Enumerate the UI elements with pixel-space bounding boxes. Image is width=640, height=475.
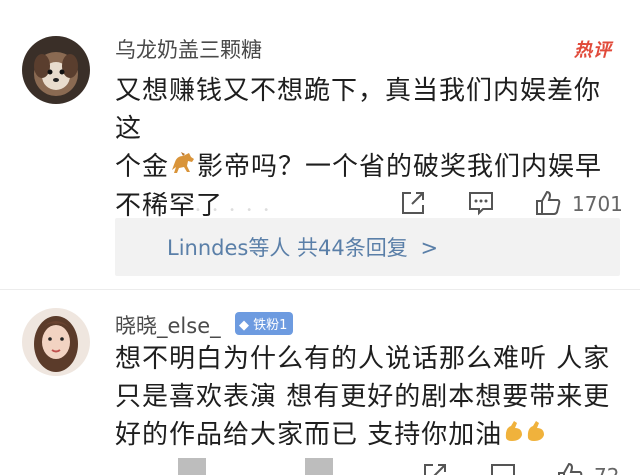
reply-count: 共44条回复 (297, 236, 408, 260)
avatar[interactable] (22, 36, 90, 104)
reply-summary-link[interactable]: Linndes等人 共44条回复 > (167, 232, 438, 262)
thumbs-up-icon[interactable] (555, 460, 585, 475)
like-count: 1701 (572, 192, 623, 216)
like-count: 72 (594, 464, 619, 475)
comment-icon[interactable] (488, 460, 518, 475)
comment-text-fragment: 好的作品给大家而已 支持你加油 (115, 420, 503, 450)
comment-text-line: 又想赚钱又不想跪下，真当我们内娱差你这 (115, 76, 602, 144)
comment-item: 晓晓_else_ ◆ 铁粉1 想不明白为什么有的人说话那么难听 人家 只是喜欢表… (0, 290, 640, 475)
chevron-right-icon: > (420, 236, 439, 260)
thumbs-up-icon[interactable] (533, 188, 563, 218)
image-thumbnail[interactable] (178, 458, 206, 475)
flexed-biceps-emoji-icon (502, 417, 550, 455)
comment-text-fragment: 个金 (115, 152, 170, 182)
comment-text-line: 只是喜欢表演 想有更好的剧本想要带来更 (115, 382, 611, 412)
comment-text-fragment: 影帝吗？一个省的破奖我们内娱早 (197, 152, 603, 182)
comment-text-line: 想不明白为什么有的人说话那么难听 人家 (115, 344, 611, 374)
share-icon[interactable] (398, 188, 428, 218)
username[interactable]: 乌龙奶盖三颗糖 (115, 34, 262, 64)
hot-comment-badge: 热评 (574, 40, 612, 61)
username[interactable]: 晓晓_else_ (115, 310, 221, 340)
comment-actions: 72 (0, 458, 640, 475)
comment-text: 想不明白为什么有的人说话那么难听 人家 只是喜欢表演 想有更好的剧本想要带来更 … (115, 340, 620, 455)
fan-level-label: 铁粉1 (253, 318, 288, 333)
diamond-icon: ◆ (239, 318, 249, 333)
fan-level-badge: ◆ 铁粉1 (235, 312, 294, 335)
comment-icon[interactable] (466, 188, 496, 218)
horse-emoji-icon (169, 149, 197, 187)
avatar[interactable] (22, 308, 90, 376)
reply-users: Linndes等人 (167, 236, 291, 260)
comment-text-line: 个金 影帝吗？一个省的破奖我们内娱早 (115, 148, 620, 187)
image-thumbnail[interactable] (305, 458, 333, 475)
comment-item: 乌龙奶盖三颗糖 热评 又想赚钱又不想跪下，真当我们内娱差你这 个金 影帝吗？一个省… (0, 0, 640, 290)
comment-text-line: 好的作品给大家而已 支持你加油 (115, 416, 620, 455)
reply-summary-bar[interactable]: Linndes等人 共44条回复 > (115, 218, 620, 276)
share-icon[interactable] (420, 460, 450, 475)
